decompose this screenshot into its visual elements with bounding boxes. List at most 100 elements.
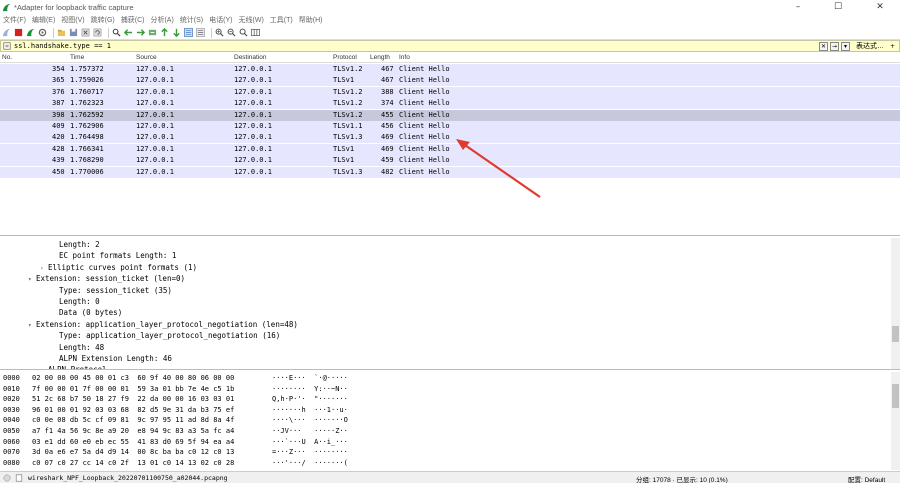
hex-bytes[interactable]: 03 e1 dd 60 e0 eb ec 55 41 83 d0 69 5f 9… [32,438,234,446]
detail-tree-item[interactable]: EC point formats Length: 1 [59,251,176,260]
column-header-no[interactable]: No. [2,54,12,61]
save-file-icon[interactable] [69,28,78,37]
capture-options-icon[interactable] [38,28,47,37]
menu-wireless[interactable]: 无线(W) [239,15,264,25]
menu-capture[interactable]: 捕获(C) [121,15,145,25]
hex-offset[interactable]: 0010 [3,385,20,393]
zoom-reset-icon[interactable] [239,28,248,37]
column-header-length[interactable]: Length [370,54,390,61]
hex-offset[interactable]: 0030 [3,406,20,414]
detail-tree-item[interactable]: Length: 2 [59,240,100,249]
detail-tree-item[interactable]: Type: application_layer_protocol_negotia… [59,331,280,340]
menu-view[interactable]: 视图(V) [61,15,84,25]
menu-help[interactable]: 帮助(H) [299,15,323,25]
packet-row[interactable]: 365 1.759026 127.0.0.1 127.0.0.1 TLSv1 467 Cli… [0,75,900,87]
zoom-out-icon[interactable] [227,28,236,37]
hex-offset[interactable]: 0040 [3,416,20,424]
details-scrollbar-thumb[interactable] [892,326,899,342]
expand-arrow-icon[interactable]: ▾ [40,367,48,369]
autoscroll-icon[interactable] [184,28,193,37]
close-button[interactable]: ✕ [860,0,900,14]
menu-statistics[interactable]: 统计(S) [180,15,203,25]
hex-bytes[interactable]: c0 07 c0 27 cc 14 c0 2f 13 01 c0 14 13 0… [32,459,234,467]
hex-bytes[interactable]: 3d 0a e6 e7 5a d4 d9 14 00 8c ba ba c0 1… [32,448,234,456]
resize-columns-icon[interactable] [251,28,260,37]
go-back-icon[interactable] [124,28,133,37]
expand-arrow-icon[interactable]: ▾ [28,322,36,329]
detail-tree-item[interactable]: Data (0 bytes) [59,308,122,317]
hex-ascii[interactable]: ···'···/ ·······( [272,459,348,467]
menu-edit[interactable]: 编辑(E) [32,15,55,25]
hex-ascii[interactable]: Q,h·P·'· "······· [272,395,348,403]
detail-tree-item[interactable]: ▾ Extension: application_layer_protocol_n… [28,320,298,329]
details-scrollbar[interactable] [891,238,900,369]
hex-ascii[interactable]: ··JV··· ·····Z·· [272,427,348,435]
hex-ascii[interactable]: ···`···U A··i_··· [272,438,348,446]
packet-row[interactable]: 398 1.762592 127.0.0.1 127.0.0.1 TLSv1.2 455 C… [0,109,900,121]
hex-bytes[interactable]: 02 00 00 00 45 00 01 c3 60 9f 40 00 80 0… [32,374,234,382]
go-last-icon[interactable] [172,28,181,37]
start-capture-icon[interactable] [2,28,11,37]
collapse-arrow-icon[interactable]: › [40,265,48,272]
hex-bytes[interactable]: 96 01 00 01 92 03 03 68 82 d5 9e 31 da b… [32,406,234,414]
capture-file-icon[interactable] [15,474,23,482]
bytes-scrollbar[interactable] [891,372,900,470]
packet-row[interactable]: 387 1.762323 127.0.0.1 127.0.0.1 TLSv1.2 374 C… [0,98,900,110]
minimize-button[interactable]: – [778,0,818,14]
go-forward-icon[interactable] [136,28,145,37]
hex-bytes[interactable]: a7 f1 4a 56 9c 8e a9 20 e8 94 9c 83 a3 5… [32,427,234,435]
bytes-scrollbar-thumb[interactable] [892,384,899,408]
filter-history-dropdown[interactable]: ▾ [841,41,850,51]
reload-file-icon[interactable] [93,28,102,37]
detail-tree-item[interactable]: Length: 0 [59,297,100,306]
zoom-in-icon[interactable] [215,28,224,37]
hex-ascii[interactable]: =···Z··· ········ [272,448,348,456]
hex-ascii[interactable]: ········ Y:··~N·· [272,385,348,393]
detail-tree-item[interactable]: Length: 48 [59,343,104,352]
hex-offset[interactable]: 0050 [3,427,20,435]
menu-analyze[interactable]: 分析(A) [150,15,173,25]
hex-offset[interactable]: 0000 [3,374,20,382]
hex-ascii[interactable]: ····\··· ·······O [272,416,348,424]
filter-clear-button[interactable]: ✕ [819,41,828,51]
detail-tree-item[interactable]: ▾ Extension: session_ticket (len=0) [28,274,185,283]
open-file-icon[interactable] [57,28,66,37]
expert-info-icon[interactable] [3,474,11,482]
expand-arrow-icon[interactable]: ▾ [28,276,36,283]
go-to-packet-icon[interactable] [148,28,157,37]
hex-bytes[interactable]: 51 2c 68 b7 50 18 27 f9 22 da 00 00 16 0… [32,395,234,403]
status-profile[interactable]: 配置: Default [848,474,885,483]
hex-offset[interactable]: 0020 [3,395,20,403]
maximize-button[interactable]: ☐ [818,0,858,14]
stop-capture-icon[interactable] [14,28,23,37]
find-packet-icon[interactable] [112,28,121,37]
menu-file[interactable]: 文件(F) [3,15,26,25]
hex-offset[interactable]: 0060 [3,438,20,446]
hex-offset[interactable]: 0070 [3,448,20,456]
hex-ascii[interactable]: ·······h ···1··u· [272,406,348,414]
filter-bookmark-icon[interactable] [2,41,12,51]
column-header-source[interactable]: Source [136,54,157,61]
menu-go[interactable]: 跳转(G) [91,15,115,25]
packet-row[interactable]: 376 1.760717 127.0.0.1 127.0.0.1 TLSv1.2 388 C… [0,86,900,98]
menu-telephony[interactable]: 电话(Y) [209,15,232,25]
restart-capture-icon[interactable] [26,28,35,37]
menu-tools[interactable]: 工具(T) [270,15,293,25]
column-header-destination[interactable]: Destination [234,54,267,61]
packet-row[interactable]: 354 1.757372 127.0.0.1 127.0.0.1 TLSv1.2 467 C… [0,64,900,75]
colorize-icon[interactable] [196,28,205,37]
display-filter-input[interactable] [12,41,819,51]
hex-bytes[interactable]: c0 0e 08 db 5c cf 09 81 9c 97 95 11 ad 8… [32,416,234,424]
hex-offset[interactable]: 0080 [3,459,20,467]
hex-bytes[interactable]: 7f 00 00 01 7f 00 00 01 59 3a 01 bb 7e 4… [32,385,234,393]
detail-tree-item[interactable]: ▾ALPN Protocol [40,365,107,369]
column-header-time[interactable]: Time [70,54,84,61]
column-header-protocol[interactable]: Protocol [333,54,357,61]
detail-tree-item[interactable]: › Elliptic curves point formats (1) [40,263,197,272]
filter-expression-button[interactable]: 表达式… [856,41,884,51]
filter-apply-button[interactable]: → [830,41,839,51]
go-first-icon[interactable] [160,28,169,37]
hex-ascii[interactable]: ····E··· `·@····· [272,374,348,382]
detail-tree-item[interactable]: Type: session_ticket (35) [59,286,172,295]
packet-row[interactable]: 409 1.762906 127.0.0.1 127.0.0.1 TLSv1.1 456 C… [0,121,900,132]
